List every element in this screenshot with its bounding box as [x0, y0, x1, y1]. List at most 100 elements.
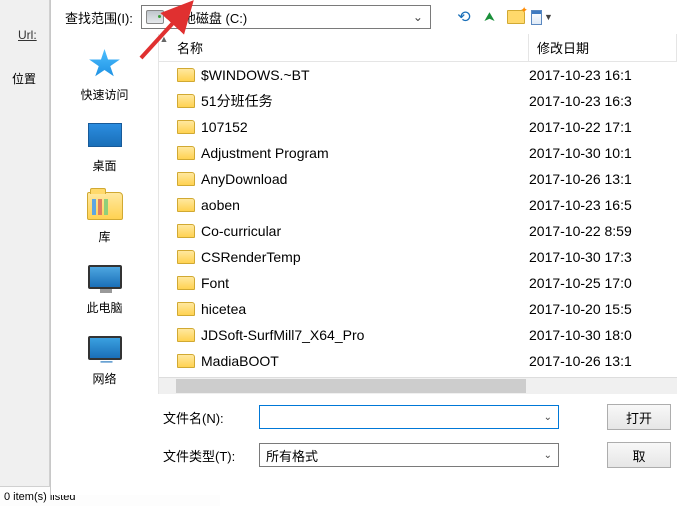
- file-name: 51分班任务: [201, 91, 521, 111]
- pos-label: 位置: [12, 70, 36, 87]
- file-date: 2017-10-30 18:0: [521, 327, 677, 343]
- url-label: Url:: [18, 28, 37, 42]
- filetype-label: 文件类型(T):: [163, 446, 251, 465]
- folder-icon: [177, 198, 195, 212]
- file-date: 2017-10-23 16:5: [521, 197, 677, 213]
- folder-icon: [177, 120, 195, 134]
- chevron-down-icon: ⌄: [544, 412, 552, 423]
- file-date: 2017-10-30 17:3: [521, 249, 677, 265]
- folder-icon: [177, 172, 195, 186]
- file-date: 2017-10-25 17:0: [521, 275, 677, 291]
- file-row[interactable]: Font2017-10-25 17:0: [159, 270, 677, 296]
- file-name: Co-curricular: [201, 223, 521, 239]
- open-file-dialog: 查找范围(I): 本地磁盘 (C:) ⌄ ⟲ ➤ ▼ 快速访问 桌面 库: [50, 0, 677, 495]
- file-rows[interactable]: $WINDOWS.~BT2017-10-23 16:151分班任务2017-10…: [159, 62, 677, 372]
- file-name: MadiaBOOT: [201, 353, 521, 369]
- file-name: aoben: [201, 197, 521, 213]
- computer-icon: [88, 265, 122, 289]
- folder-icon: [177, 354, 195, 368]
- file-row[interactable]: $WINDOWS.~BT2017-10-23 16:1: [159, 62, 677, 88]
- dialog-body: 快速访问 桌面 库 此电脑 网络 ▲ 名称 修改日期: [51, 34, 677, 394]
- star-icon: [89, 49, 121, 79]
- folder-icon: [177, 250, 195, 264]
- file-row[interactable]: MadiaBOOT2017-10-26 13:1: [159, 348, 677, 372]
- file-name: Adjustment Program: [201, 145, 521, 161]
- places-sidebar: 快速访问 桌面 库 此电脑 网络: [51, 34, 159, 394]
- filetype-value: 所有格式: [266, 446, 544, 465]
- file-row[interactable]: hicetea2017-10-20 15:5: [159, 296, 677, 322]
- file-name: CSRenderTemp: [201, 249, 521, 265]
- cancel-button[interactable]: 取: [607, 442, 671, 468]
- up-button[interactable]: ➤: [479, 6, 501, 28]
- sidebar-item-label: 网络: [92, 370, 116, 387]
- filename-label: 文件名(N):: [163, 408, 251, 427]
- folder-icon: [177, 276, 195, 290]
- file-date: 2017-10-26 13:1: [521, 353, 677, 369]
- file-name: AnyDownload: [201, 171, 521, 187]
- file-row[interactable]: Co-curricular2017-10-22 8:59: [159, 218, 677, 244]
- column-header-date[interactable]: 修改日期: [529, 34, 677, 61]
- file-row[interactable]: 1071522017-10-22 17:1: [159, 114, 677, 140]
- file-name: 107152: [201, 119, 521, 135]
- folder-icon: [177, 68, 195, 82]
- new-folder-icon: [507, 10, 525, 24]
- chevron-down-icon: ⌄: [410, 10, 426, 24]
- file-name: JDSoft-SurfMill7_X64_Pro: [201, 327, 521, 343]
- file-row[interactable]: CSRenderTemp2017-10-30 17:3: [159, 244, 677, 270]
- list-header: ▲ 名称 修改日期: [159, 34, 677, 62]
- drive-icon: [146, 10, 164, 24]
- file-row[interactable]: 51分班任务2017-10-23 16:3: [159, 88, 677, 114]
- file-row[interactable]: JDSoft-SurfMill7_X64_Pro2017-10-30 18:0: [159, 322, 677, 348]
- libraries-icon: [87, 192, 123, 220]
- views-button[interactable]: ▼: [531, 6, 553, 28]
- lookin-row: 查找范围(I): 本地磁盘 (C:) ⌄ ⟲ ➤ ▼: [51, 0, 677, 34]
- sidebar-item-label: 桌面: [92, 157, 116, 174]
- file-date: 2017-10-22 17:1: [521, 119, 677, 135]
- chevron-down-icon: ▼: [544, 12, 553, 22]
- file-row[interactable]: Adjustment Program2017-10-30 10:1: [159, 140, 677, 166]
- scrollbar-thumb[interactable]: [176, 379, 526, 393]
- file-row[interactable]: aoben2017-10-23 16:5: [159, 192, 677, 218]
- parent-app-shell: Url: 位置: [0, 0, 50, 506]
- bottom-controls: 文件名(N): ⌄ 打开 文件类型(T): 所有格式 ⌄ 取: [51, 394, 677, 472]
- file-name: hicetea: [201, 301, 521, 317]
- file-listing: ▲ 名称 修改日期 $WINDOWS.~BT2017-10-23 16:151分…: [159, 34, 677, 394]
- nav-icons: ⟲ ➤ ▼: [453, 6, 553, 28]
- sidebar-item-label: 快速访问: [80, 86, 128, 103]
- lookin-label: 查找范围(I):: [65, 8, 133, 27]
- sort-asc-icon: ▲: [159, 34, 169, 61]
- network-icon: [88, 336, 122, 360]
- file-date: 2017-10-30 10:1: [521, 145, 677, 161]
- folder-icon: [177, 146, 195, 160]
- new-folder-button[interactable]: [505, 6, 527, 28]
- file-date: 2017-10-20 15:5: [521, 301, 677, 317]
- sidebar-item-network[interactable]: 网络: [51, 324, 158, 391]
- filetype-combo[interactable]: 所有格式 ⌄: [259, 443, 559, 467]
- back-button[interactable]: ⟲: [453, 6, 475, 28]
- chevron-down-icon: ⌄: [544, 450, 552, 461]
- desktop-icon: [88, 123, 122, 147]
- folder-icon: [177, 302, 195, 316]
- horizontal-scrollbar[interactable]: [159, 377, 677, 394]
- sidebar-item-quickaccess[interactable]: 快速访问: [51, 40, 158, 107]
- views-icon: [531, 10, 542, 25]
- sidebar-item-thispc[interactable]: 此电脑: [51, 253, 158, 320]
- sidebar-item-label: 库: [98, 228, 110, 245]
- file-date: 2017-10-23 16:3: [521, 93, 677, 109]
- column-header-name[interactable]: 名称: [169, 34, 529, 61]
- lookin-value: 本地磁盘 (C:): [170, 8, 404, 27]
- file-row[interactable]: AnyDownload2017-10-26 13:1: [159, 166, 677, 192]
- file-date: 2017-10-23 16:1: [521, 67, 677, 83]
- file-date: 2017-10-22 8:59: [521, 223, 677, 239]
- file-name: Font: [201, 275, 521, 291]
- file-date: 2017-10-26 13:1: [521, 171, 677, 187]
- open-button[interactable]: 打开: [607, 404, 671, 430]
- sidebar-item-desktop[interactable]: 桌面: [51, 111, 158, 178]
- up-icon: ➤: [480, 12, 500, 23]
- file-name: $WINDOWS.~BT: [201, 67, 521, 83]
- folder-icon: [177, 94, 195, 108]
- sidebar-item-libraries[interactable]: 库: [51, 182, 158, 249]
- folder-icon: [177, 224, 195, 238]
- filename-input[interactable]: ⌄: [259, 405, 559, 429]
- lookin-combo[interactable]: 本地磁盘 (C:) ⌄: [141, 5, 431, 29]
